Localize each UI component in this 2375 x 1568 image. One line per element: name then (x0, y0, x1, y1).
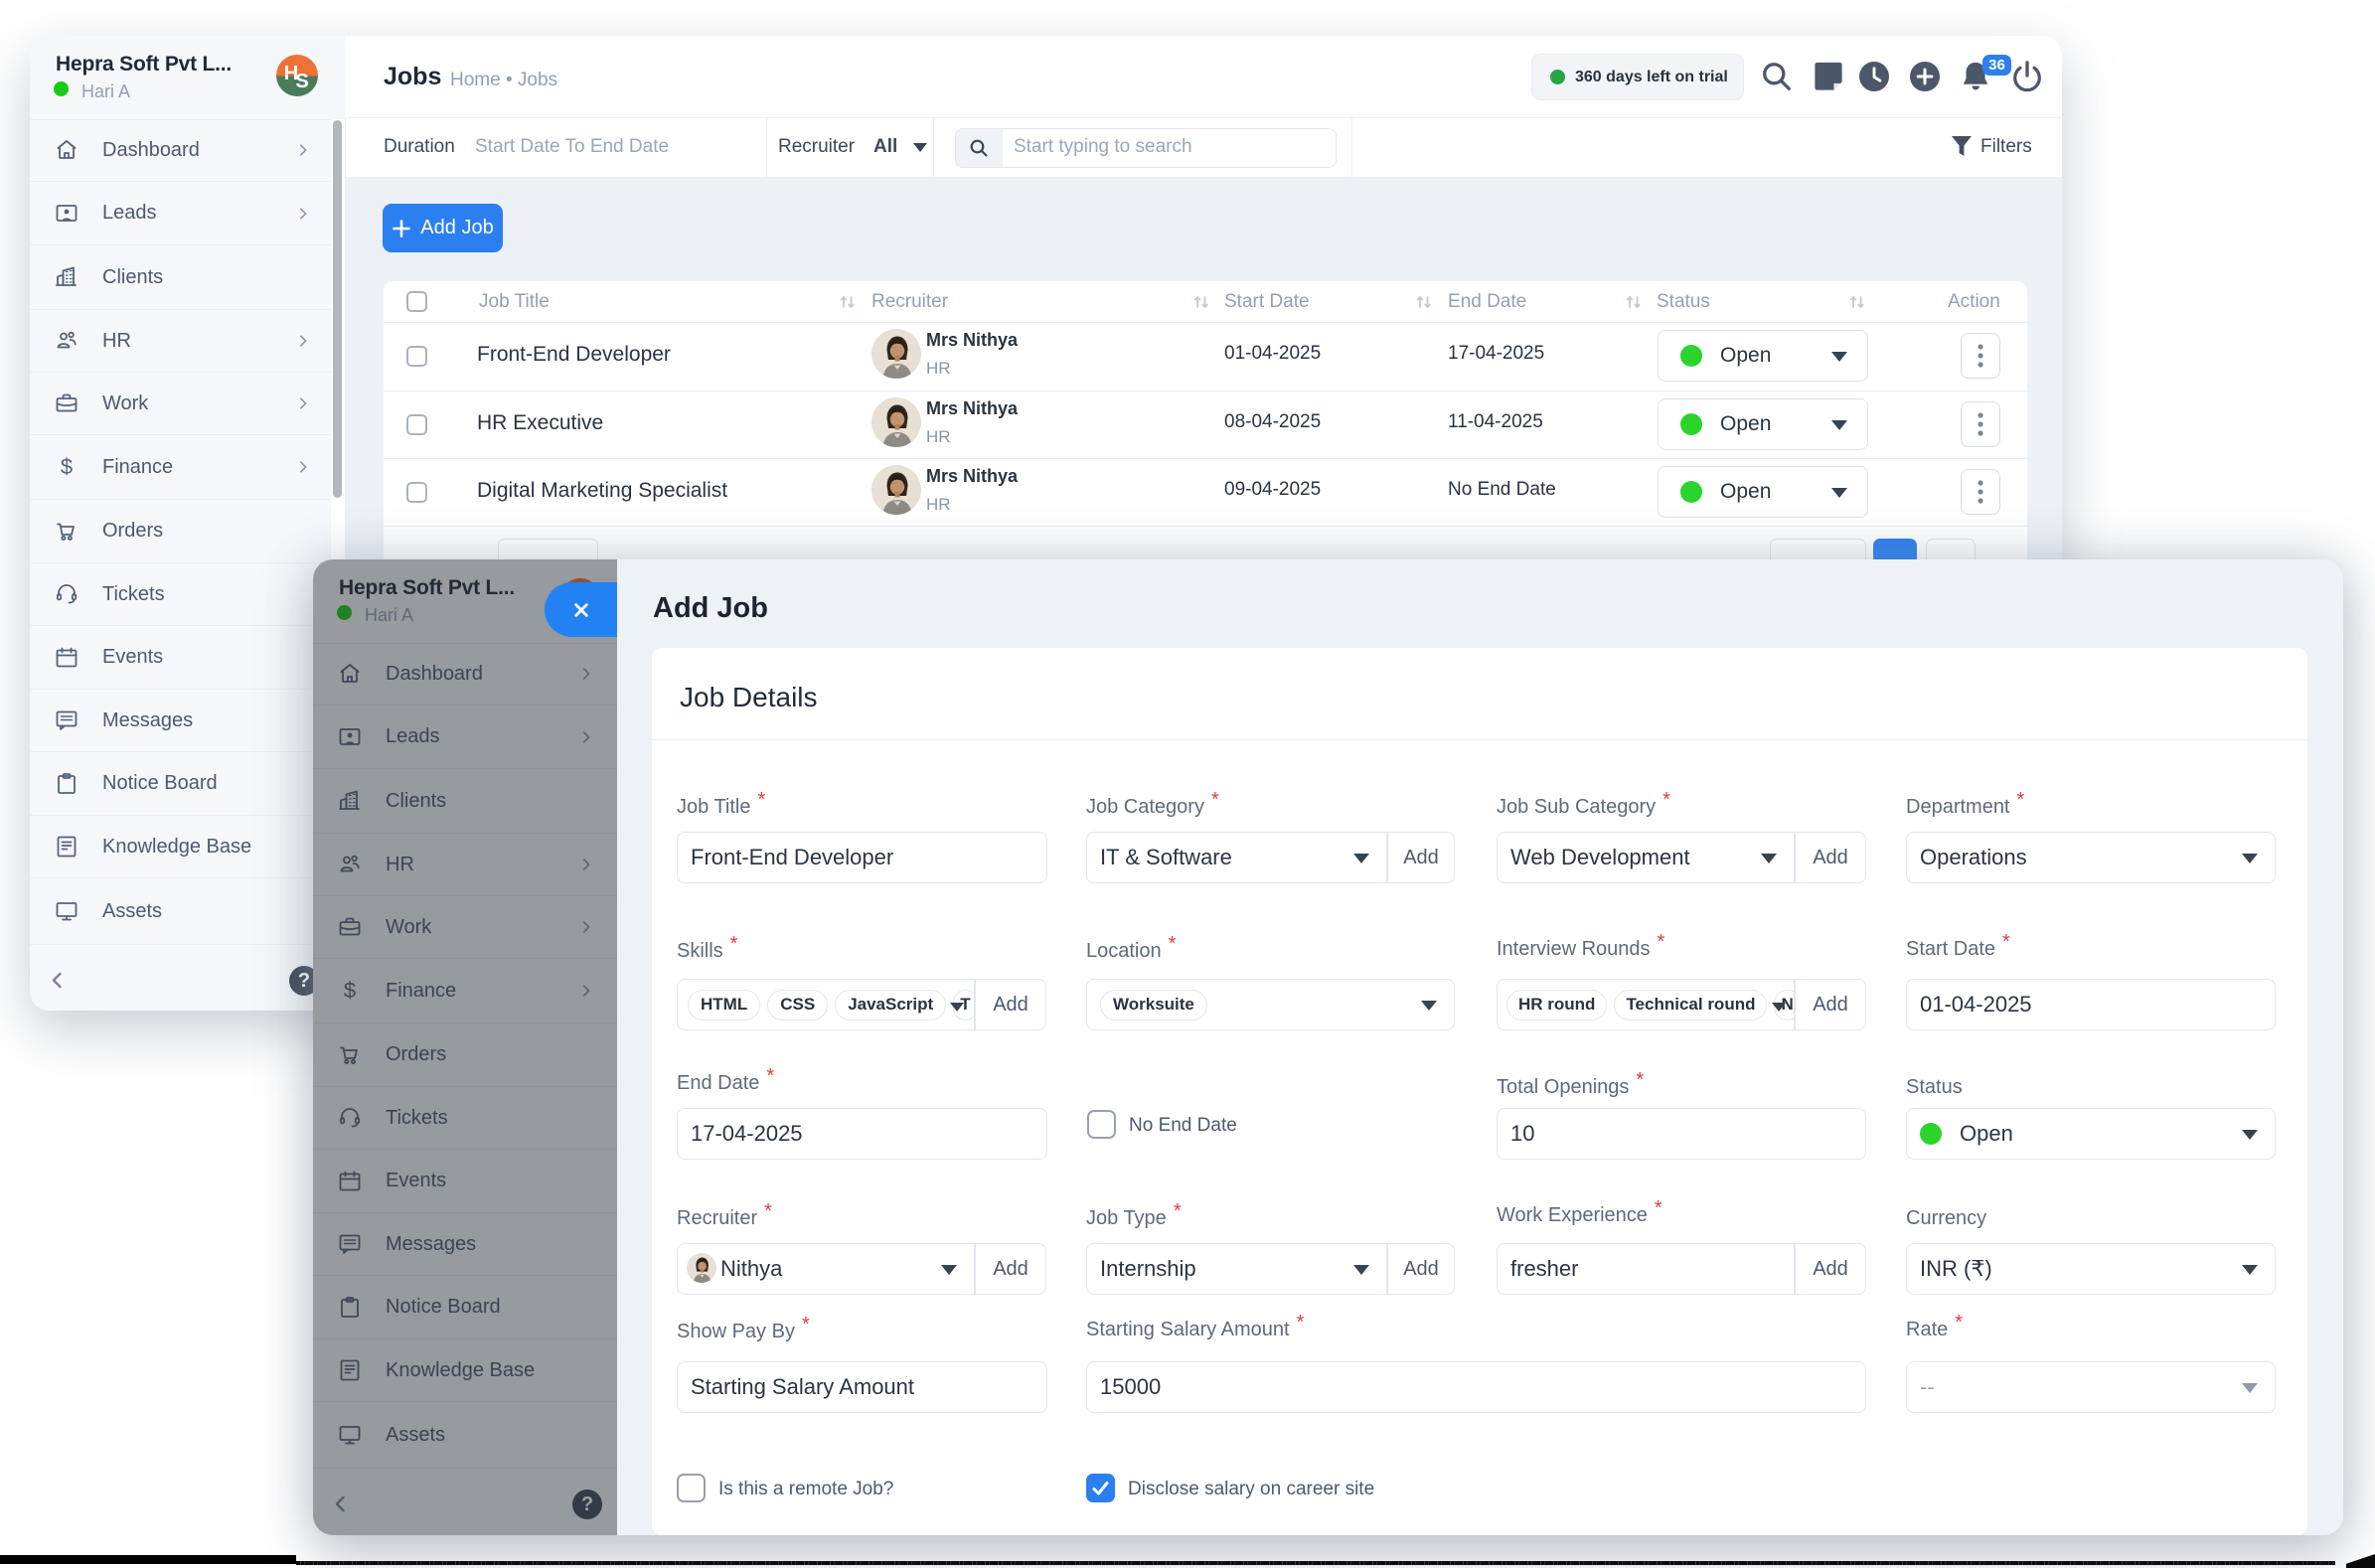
svg-text:S: S (295, 71, 308, 92)
svg-text:$: $ (61, 454, 73, 479)
